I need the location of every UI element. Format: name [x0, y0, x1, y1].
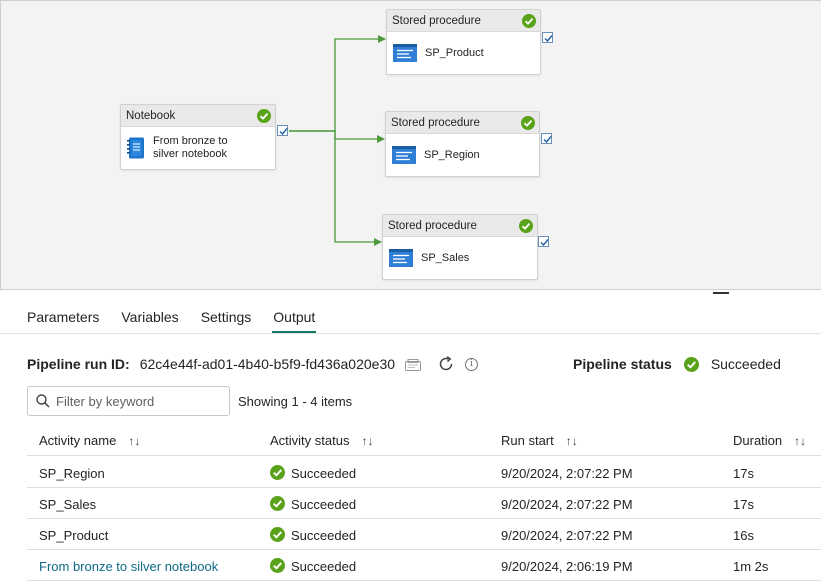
column-header-activity-status[interactable]: Activity status ↑↓ — [270, 433, 373, 448]
tabs-divider — [0, 333, 821, 334]
search-icon — [36, 394, 50, 408]
edge-to-sp-sales — [289, 130, 382, 246]
run-start: 9/20/2024, 2:07:22 PM — [501, 497, 633, 512]
copy-icon[interactable] — [405, 358, 422, 371]
stored-procedure-icon — [389, 249, 413, 267]
properties-tabs: Parameters Variables Settings Output — [16, 301, 326, 333]
check-circle-icon — [270, 558, 285, 573]
column-label: Duration — [733, 433, 783, 448]
sort-arrows-icon[interactable]: ↑↓ — [361, 434, 373, 448]
edge-to-sp-product — [289, 35, 386, 132]
node-name-line1: From bronze to — [153, 135, 228, 147]
duration: 17s — [733, 466, 754, 481]
tab-parameters[interactable]: Parameters — [16, 301, 110, 333]
node-name: SP_Product — [425, 46, 484, 59]
activity-status: Succeeded — [270, 465, 357, 481]
run-start: 9/20/2024, 2:07:22 PM — [501, 528, 633, 543]
activity-name: SP_Sales — [39, 497, 97, 512]
activity-name: SP_Region — [39, 466, 105, 481]
node-type-label: Stored procedure — [388, 219, 477, 232]
notebook-icon — [127, 137, 144, 159]
sp-region-success-output-checkbox[interactable] — [541, 133, 552, 144]
sp-sales-activity-node[interactable]: Stored procedure SP_Sales — [382, 214, 538, 280]
check-circle-icon — [257, 109, 271, 123]
column-header-run-start[interactable]: Run start ↑↓ — [501, 433, 578, 448]
column-label: Run start — [501, 433, 554, 448]
stored-procedure-icon — [392, 146, 416, 164]
status-text: Succeeded — [291, 497, 357, 512]
status-value: Succeeded — [710, 356, 781, 372]
sort-arrows-icon[interactable]: ↑↓ — [794, 434, 806, 448]
notebook-activity-node[interactable]: Notebook From bronze to silver notebook — [120, 104, 276, 170]
status-text: Succeeded — [291, 528, 357, 543]
status-label: Pipeline status — [573, 356, 672, 372]
tab-variables[interactable]: Variables — [110, 301, 189, 333]
activity-name: SP_Product — [39, 528, 109, 543]
duration: 16s — [733, 528, 754, 543]
tab-output[interactable]: Output — [262, 301, 326, 333]
stored-procedure-icon — [393, 44, 417, 62]
column-label: Activity status — [270, 433, 350, 448]
status-text: Succeeded — [291, 466, 357, 481]
pipeline-run-id: Pipeline run ID: 62c4e44f-ad01-4b40-b5f9… — [27, 355, 479, 373]
run-id-value: 62c4e44f-ad01-4b40-b5f9-fd436a020e30 — [139, 356, 396, 372]
node-name-line2: silver notebook — [153, 148, 227, 160]
table-header: Activity name ↑↓ Activity status ↑↓ Run … — [27, 424, 821, 456]
sp-product-success-output-checkbox[interactable] — [542, 32, 553, 43]
sp-sales-success-output-checkbox[interactable] — [538, 236, 549, 247]
duration: 17s — [733, 497, 754, 512]
column-header-activity-name[interactable]: Activity name ↑↓ — [39, 433, 140, 448]
node-type-label: Stored procedure — [391, 116, 480, 129]
sort-arrows-icon[interactable]: ↑↓ — [566, 434, 578, 448]
edge-to-sp-region — [289, 130, 385, 143]
check-circle-icon — [270, 496, 285, 511]
check-circle-icon — [270, 527, 285, 542]
run-start: 9/20/2024, 2:06:19 PM — [501, 559, 633, 574]
refresh-icon[interactable] — [437, 355, 455, 373]
check-circle-icon — [519, 219, 533, 233]
check-circle-icon — [522, 14, 536, 28]
sp-product-activity-node[interactable]: Stored procedure SP_Product — [386, 9, 541, 75]
run-start: 9/20/2024, 2:07:22 PM — [501, 466, 633, 481]
column-label: Activity name — [39, 433, 117, 448]
filter-input[interactable] — [56, 393, 216, 409]
node-type-label: Notebook — [126, 109, 176, 122]
check-circle-icon — [683, 356, 699, 372]
column-header-duration[interactable]: Duration ↑↓ — [733, 433, 806, 448]
node-type-label: Stored procedure — [392, 14, 481, 27]
activity-status: Succeeded — [270, 558, 357, 574]
panel-resize-handle[interactable] — [713, 292, 729, 294]
tab-settings[interactable]: Settings — [190, 301, 263, 333]
filter-box[interactable] — [27, 386, 230, 416]
duration: 1m 2s — [733, 559, 769, 574]
notebook-success-output-checkbox[interactable] — [277, 125, 288, 136]
node-name: SP_Region — [424, 148, 480, 161]
table-row[interactable]: SP_Region Succeeded 9/20/2024, 2:07:22 P… — [27, 457, 821, 488]
sp-region-activity-node[interactable]: Stored procedure SP_Region — [385, 111, 540, 177]
run-id-label: Pipeline run ID: — [27, 356, 130, 372]
check-circle-icon — [270, 465, 285, 480]
status-text: Succeeded — [291, 559, 357, 574]
activity-name-link[interactable]: From bronze to silver notebook — [39, 559, 218, 574]
table-row[interactable]: SP_Product Succeeded 9/20/2024, 2:07:22 … — [27, 519, 821, 550]
node-name: SP_Sales — [421, 251, 470, 264]
sort-arrows-icon[interactable]: ↑↓ — [128, 434, 140, 448]
activity-status: Succeeded — [270, 527, 357, 543]
info-icon[interactable]: i — [465, 357, 479, 371]
table-row[interactable]: From bronze to silver notebook Succeeded… — [27, 550, 821, 581]
activity-status: Succeeded — [270, 496, 357, 512]
pipeline-canvas[interactable]: Notebook From bronze to silver notebook — [0, 0, 821, 290]
table-row[interactable]: SP_Sales Succeeded 9/20/2024, 2:07:22 PM… — [27, 488, 821, 519]
pipeline-status: Pipeline status Succeeded — [573, 355, 781, 373]
item-count: Showing 1 - 4 items — [238, 394, 353, 409]
check-circle-icon — [521, 116, 535, 130]
